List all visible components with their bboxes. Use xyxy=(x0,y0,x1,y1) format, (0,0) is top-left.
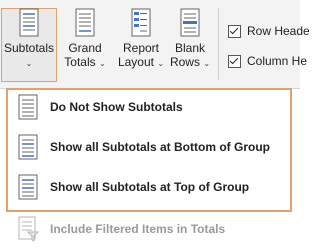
report-layout-label-line1: Report xyxy=(122,41,160,55)
chevron-down-icon: ⌄ xyxy=(99,59,106,68)
report-layout-button[interactable]: Report Layout ⌄ xyxy=(116,8,166,71)
menu-item-label: Include Filtered Items in Totals xyxy=(50,222,226,236)
menu-item-label: Show all Subtotals at Top of Group xyxy=(50,180,250,194)
column-headers-label: Column He xyxy=(247,54,308,68)
menu-item-label: Show all Subtotals at Bottom of Group xyxy=(50,140,270,154)
chevron-down-icon: ⌄ xyxy=(203,59,211,68)
menu-item-do-not-show-subtotals[interactable]: Do Not Show Subtotals xyxy=(16,92,286,122)
menu-item-include-filtered-items[interactable]: Include Filtered Items in Totals xyxy=(16,216,225,242)
blank-rows-label-line2: Rows ⌄ xyxy=(169,55,211,69)
row-headers-checkbox[interactable]: Row Heade xyxy=(228,24,310,38)
grand-totals-button[interactable]: Grand Totals ⌄ xyxy=(60,8,110,71)
report-layout-icon xyxy=(131,8,151,37)
subtotals-label: Subtotals xyxy=(3,41,55,55)
ribbon-divider xyxy=(218,8,219,80)
subtotals-dropdown-menu: Do Not Show Subtotals Show all Subtotals… xyxy=(6,88,292,212)
grand-totals-icon xyxy=(75,8,95,37)
subtotals-button[interactable]: Subtotals ⌄ xyxy=(1,8,57,69)
blank-rows-icon xyxy=(180,8,200,37)
blank-rows-label-line1: Blank xyxy=(174,41,206,55)
menu-item-label: Do Not Show Subtotals xyxy=(50,100,183,114)
menu-item-subtotals-top[interactable]: Show all Subtotals at Top of Group xyxy=(16,172,286,202)
filtered-totals-icon xyxy=(18,216,40,242)
checkbox-checked-icon xyxy=(228,24,241,38)
subtotals-none-icon xyxy=(18,94,38,120)
blank-rows-button[interactable]: Blank Rows ⌄ xyxy=(168,8,212,71)
grand-totals-label-line1: Grand xyxy=(68,41,102,55)
subtotals-bottom-icon xyxy=(18,134,38,160)
subtotals-top-icon xyxy=(18,174,38,200)
row-headers-label: Row Heade xyxy=(247,24,310,38)
column-headers-checkbox[interactable]: Column He xyxy=(228,54,307,68)
subtotals-icon xyxy=(19,8,39,37)
menu-item-subtotals-bottom[interactable]: Show all Subtotals at Bottom of Group xyxy=(16,132,286,162)
grand-totals-label-line2: Totals ⌄ xyxy=(64,55,106,69)
ribbon: Subtotals ⌄ Grand Totals ⌄ Report Layout… xyxy=(0,0,310,89)
checkbox-checked-icon xyxy=(228,54,241,68)
chevron-down-icon: ⌄ xyxy=(157,59,165,68)
report-layout-label-line2: Layout ⌄ xyxy=(117,55,165,69)
chevron-down-icon: ⌄ xyxy=(25,59,33,68)
